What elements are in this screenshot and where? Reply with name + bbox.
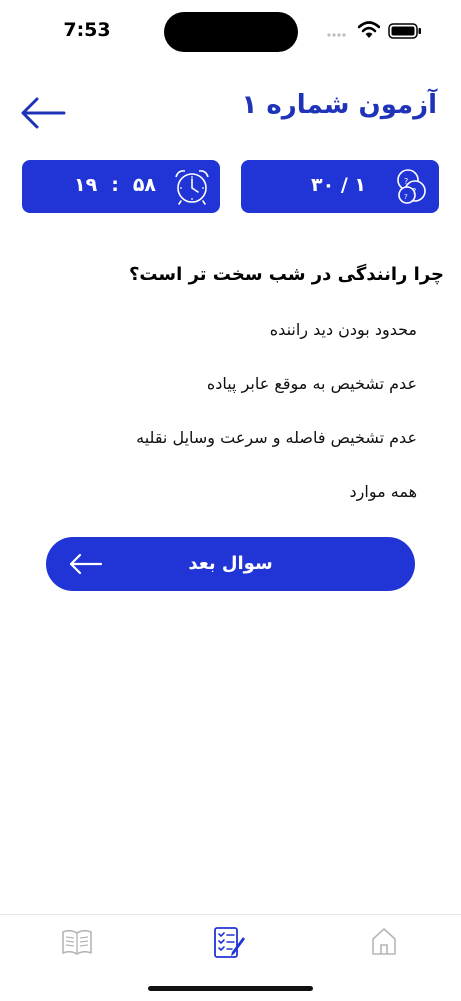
home-indicator: [148, 986, 313, 991]
answer-option-2[interactable]: عدم تشخیص به موقع عابر پیاده: [37, 374, 417, 393]
battery-icon: [388, 23, 421, 39]
svg-text:?: ?: [404, 193, 408, 201]
book-icon[interactable]: [60, 925, 94, 959]
arrow-left-icon: [69, 553, 103, 575]
question-text: چرا رانندگی در شب سخت تر است؟: [128, 264, 444, 285]
page-title: آزمون شماره ۱: [241, 90, 437, 120]
timer-minutes: ۵۸: [132, 174, 157, 196]
dynamic-island: [164, 12, 298, 52]
answer-option-4[interactable]: همه موارد: [37, 482, 417, 501]
home-icon[interactable]: [370, 925, 398, 957]
answer-option-1[interactable]: محدود بودن دید راننده: [37, 320, 417, 339]
timer-text: ۱۹:۵۸: [74, 174, 156, 196]
question-counter-text: ۱ / ۳۰: [311, 174, 366, 196]
wifi-icon: [358, 21, 380, 38]
question-bubbles-icon: ? ? ?: [397, 169, 426, 204]
cellular-signal-icon: [327, 33, 346, 37]
timer: ۱۹:۵۸: [22, 160, 220, 213]
status-time: 7:53: [63, 19, 111, 41]
timer-seconds: ۱۹: [74, 174, 98, 196]
back-arrow-icon[interactable]: [18, 96, 68, 130]
question-counter: ۱ / ۳۰ ? ? ?: [241, 160, 439, 213]
next-question-button[interactable]: سوال بعد: [46, 537, 415, 591]
timer-separator: :: [111, 174, 119, 196]
status-bar: 7:53: [0, 0, 461, 60]
svg-text:?: ?: [404, 177, 408, 186]
svg-text:?: ?: [412, 187, 416, 196]
answer-option-3[interactable]: عدم تشخیص فاصله و سرعت وسایل نقلیه: [37, 428, 417, 447]
alarm-clock-icon: [175, 170, 209, 205]
header: آزمون شماره ۱: [0, 84, 461, 144]
exam-checklist-icon[interactable]: [212, 925, 248, 961]
